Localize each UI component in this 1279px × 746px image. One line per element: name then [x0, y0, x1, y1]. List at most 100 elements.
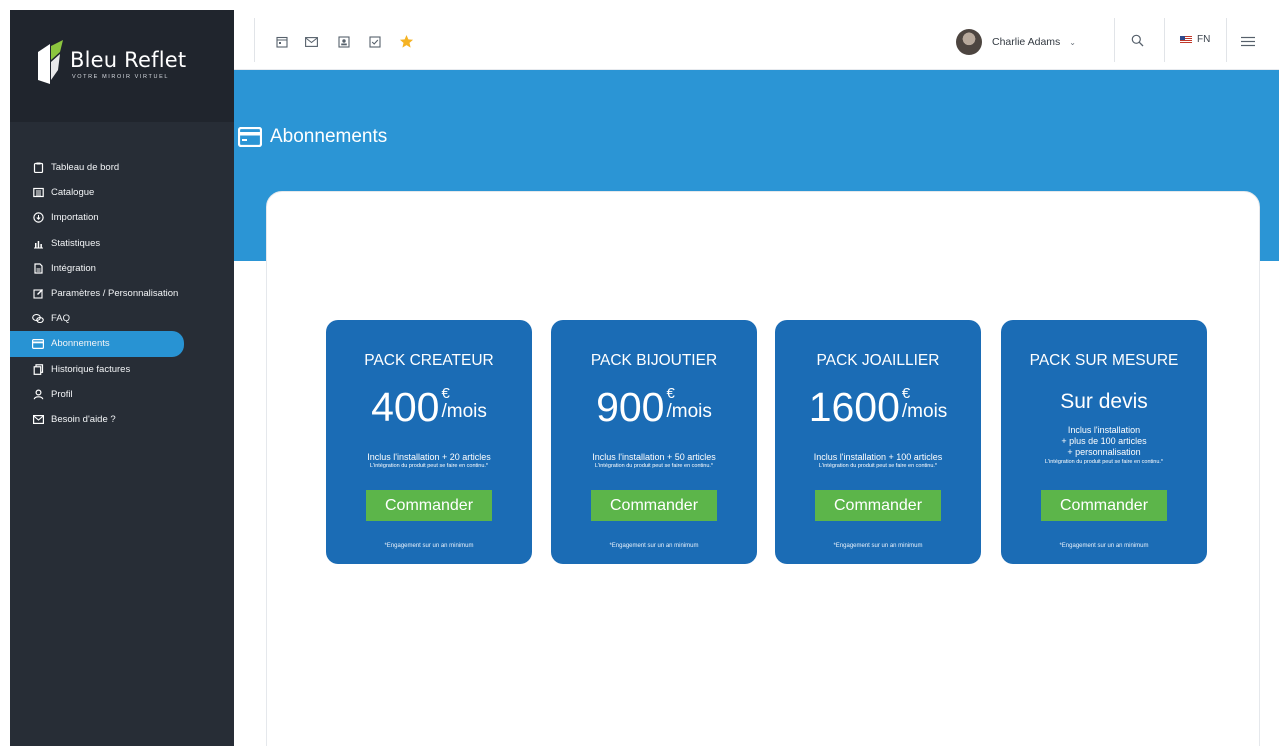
price-amount: 900 [596, 384, 665, 430]
plan-includes-text: Inclus l'installation + 20 articles [367, 452, 491, 462]
plan-includes-text: Inclus l'installation + 100 articles [813, 452, 943, 462]
plan-title: PACK SUR MESURE [1029, 352, 1179, 369]
engagement-note: *Engagement sur un an minimum [1059, 543, 1149, 549]
mail-icon [32, 413, 44, 425]
credit-card-icon [238, 127, 262, 147]
document-icon [32, 262, 44, 274]
plan-includes-line: + plus de 100 articles [1061, 436, 1147, 446]
sidebar-item-label: Statistiques [51, 237, 101, 249]
language-label: FN [1197, 34, 1211, 45]
plan-includes-text: Inclus l'installation + 50 articles [592, 452, 716, 462]
sidebar-item-label: Intégration [51, 262, 96, 274]
clipboard-icon [32, 162, 44, 174]
plan-includes: Inclus l'installation + 100 articles L'i… [775, 452, 981, 470]
mail-icon[interactable] [305, 35, 318, 48]
sidebar-item-label: Abonnements [51, 338, 110, 350]
checkbox-icon[interactable] [368, 35, 381, 48]
sidebar-nav: Tableau de bord Catalogue Importation St… [10, 155, 234, 432]
price-currency: € [666, 385, 675, 402]
sidebar-item-statistiques[interactable]: Statistiques [10, 231, 234, 256]
price-currency: € [901, 385, 911, 402]
divider [254, 18, 255, 62]
list-icon [32, 187, 44, 199]
plan-includes-line: + personnalisation [1067, 447, 1141, 457]
plan-note: L'intégration du produit peut se faire e… [369, 463, 489, 469]
sidebar-item-abonnements[interactable]: Abonnements [10, 331, 184, 357]
sidebar-item-catalogue[interactable]: Catalogue [10, 180, 234, 205]
calendar-icon[interactable] [275, 35, 288, 48]
sidebar-item-faq[interactable]: FAQ [10, 306, 234, 331]
sidebar-item-label: Importation [51, 212, 99, 224]
order-button[interactable]: Commander [815, 490, 941, 521]
sidebar-item-historique-factures[interactable]: Historique factures [10, 357, 234, 382]
plan-includes-line: Inclus l'installation [1067, 425, 1141, 435]
plan-title: PACK CREATEUR [364, 352, 494, 369]
avatar[interactable] [956, 29, 982, 55]
price-unit: € /mois [902, 383, 947, 439]
plan-note: L'intégration du produit peut se faire e… [594, 463, 714, 469]
sidebar: Bleu Reflet VOTRE MIROIR VIRTUEL Tableau… [10, 10, 234, 746]
sidebar-item-integration[interactable]: Intégration [10, 256, 234, 281]
order-button[interactable]: Commander [1041, 490, 1167, 521]
chevron-down-icon: ⌄ [1069, 37, 1076, 47]
brand-name: Bleu Reflet [70, 48, 187, 72]
price-unit: € /mois [667, 383, 712, 439]
page-title-text: Abonnements [270, 126, 388, 147]
bar-chart-icon [32, 237, 44, 249]
plan-quote: Sur devis [1060, 390, 1148, 413]
user-menu[interactable]: Charlie Adams ⌄ [956, 27, 1076, 57]
sidebar-item-importation[interactable]: Importation [10, 205, 234, 230]
app: Bleu Reflet VOTRE MIROIR VIRTUEL Tableau… [0, 0, 1279, 746]
menu-icon[interactable] [1241, 35, 1255, 48]
price-period: /mois [901, 401, 948, 422]
plan-includes: Inclus l'installation + 50 articles L'in… [551, 452, 757, 470]
logo-mark-icon [38, 40, 63, 84]
language-selector[interactable]: FN [1180, 34, 1210, 45]
plan-title: PACK BIJOUTIER [590, 352, 718, 369]
plan-card-createur: PACK CREATEUR 400 € /mois Inclus l'insta… [326, 320, 532, 564]
user-name: Charlie Adams [992, 36, 1061, 48]
edit-icon [32, 288, 44, 300]
price-amount: 1600 [808, 384, 900, 430]
plan-includes: Inclus l'installation + plus de 100 arti… [1001, 425, 1207, 466]
sidebar-item-label: Tableau de bord [51, 162, 120, 174]
download-circle-icon [32, 212, 44, 224]
plan-card-bijoutier: PACK BIJOUTIER 900 € /mois Inclus l'inst… [551, 320, 757, 564]
sidebar-item-label: FAQ [51, 313, 71, 325]
page-title: Abonnements [238, 126, 387, 148]
order-button[interactable]: Commander [366, 490, 492, 521]
plan-note: L'intégration du produit peut se faire e… [818, 463, 938, 469]
order-button[interactable]: Commander [591, 490, 717, 521]
contact-icon[interactable] [337, 35, 350, 48]
price-period: /mois [666, 401, 712, 422]
plan-includes: Inclus l'installation + 20 articles L'in… [326, 452, 532, 470]
copy-icon [32, 363, 44, 375]
star-icon[interactable] [398, 33, 414, 49]
engagement-note: *Engagement sur un an minimum [833, 543, 923, 549]
user-icon [32, 388, 44, 400]
divider [1114, 18, 1115, 62]
price-unit: € /mois [442, 383, 487, 439]
sidebar-item-label: Profil [51, 388, 73, 400]
price-currency: € [441, 385, 450, 402]
sidebar-item-parametres[interactable]: Paramètres / Personnalisation [10, 281, 234, 306]
top-bar: Charlie Adams ⌄ FN [234, 10, 1279, 70]
sidebar-item-profil[interactable]: Profil [10, 382, 234, 407]
sidebar-item-label: Catalogue [51, 187, 95, 199]
sidebar-item-label: Paramètres / Personnalisation [51, 288, 179, 300]
sidebar-item-besoin-aide[interactable]: Besoin d'aide ? [10, 407, 234, 432]
price-amount: 400 [371, 384, 440, 430]
plan-note: L'intégration du produit peut se faire e… [1044, 459, 1164, 465]
brand-tagline: VOTRE MIROIR VIRTUEL [72, 74, 169, 80]
plan-price: 400 € /mois [326, 383, 532, 439]
divider [1226, 18, 1227, 62]
logo[interactable]: Bleu Reflet VOTRE MIROIR VIRTUEL [10, 10, 234, 122]
sidebar-item-tableau-de-bord[interactable]: Tableau de bord [10, 155, 234, 180]
flag-icon [1180, 35, 1192, 44]
sidebar-item-label: Besoin d'aide ? [51, 413, 116, 425]
plan-price: 900 € /mois [551, 383, 757, 439]
engagement-note: *Engagement sur un an minimum [384, 543, 474, 549]
search-icon[interactable] [1131, 34, 1144, 47]
credit-card-icon [32, 338, 44, 350]
plan-card-sur-mesure: PACK SUR MESURE Sur devis Inclus l'insta… [1001, 320, 1207, 564]
